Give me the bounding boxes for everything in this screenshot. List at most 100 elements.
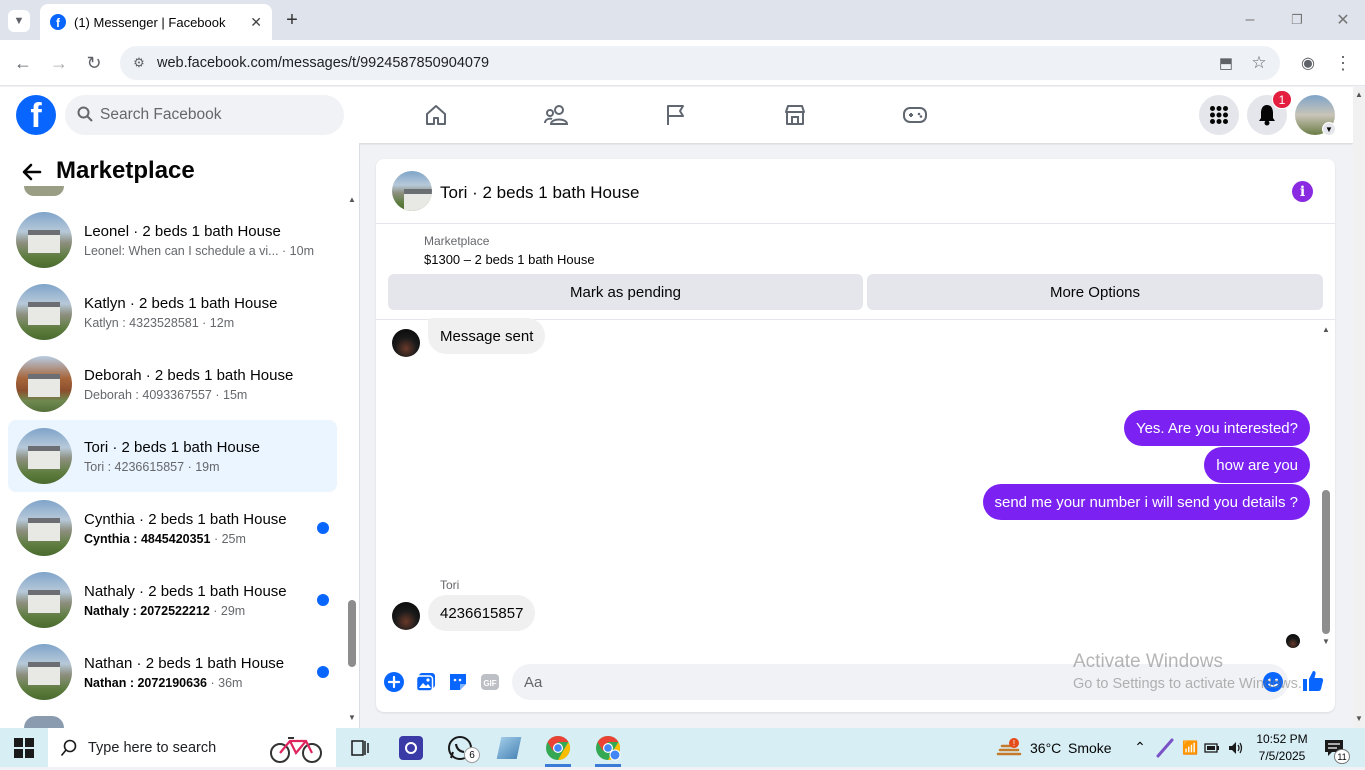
gif-icon[interactable]: GIF: [478, 670, 502, 694]
reload-button[interactable]: ↻: [83, 52, 105, 74]
gaming-nav-icon[interactable]: [895, 100, 935, 130]
sidebar-scrollbar-thumb[interactable]: [348, 600, 356, 667]
page-scroll-down-icon[interactable]: ▼: [1353, 714, 1365, 724]
bell-icon: [1259, 105, 1275, 126]
weather-temp[interactable]: 36°C: [1030, 740, 1061, 756]
sidebar-scroll-up-icon[interactable]: ▲: [346, 195, 358, 205]
task-view-icon[interactable]: [346, 734, 374, 762]
avatar: [16, 500, 72, 556]
info-icon[interactable]: i: [1292, 181, 1313, 202]
new-tab-button[interactable]: +: [282, 9, 302, 31]
listing-title[interactable]: $1300 – 2 beds 1 bath House: [424, 252, 595, 267]
more-options-button[interactable]: More Options: [867, 274, 1323, 310]
thumbs-up-like-icon[interactable]: [1300, 668, 1326, 694]
taskbar-app-icon[interactable]: [397, 734, 425, 762]
mark-as-pending-button[interactable]: Mark as pending: [388, 274, 863, 310]
chrome-icon[interactable]: [544, 734, 572, 762]
network-icon[interactable]: 📶: [1182, 740, 1198, 756]
marketplace-label: Marketplace: [424, 234, 490, 248]
conversation-item[interactable]: Deborah · 2 beds 1 bath House Deborah : 4…: [8, 348, 337, 420]
back-arrow-icon[interactable]: [20, 160, 44, 184]
browser-tab[interactable]: f (1) Messenger | Facebook ✕: [40, 4, 272, 40]
friends-nav-icon[interactable]: [536, 100, 576, 130]
conversation-item[interactable]: Leonel · 2 beds 1 bath House Leonel: When…: [8, 204, 337, 276]
unread-dot: [317, 522, 329, 534]
conversation-item[interactable]: Nathaly · 2 beds 1 bath House Nathaly : 2…: [8, 564, 337, 636]
taskbar-app-icon-2[interactable]: [495, 734, 523, 762]
bicycle-search-highlight-icon[interactable]: [268, 731, 324, 765]
avatar: [16, 212, 72, 268]
bookmark-star-icon[interactable]: ☆: [1248, 52, 1270, 74]
message-bubble-incoming[interactable]: 4236615857: [428, 595, 536, 631]
conversation-preview: Cynthia : 4845420351 · 25m: [84, 531, 246, 546]
message-bubble-outgoing[interactable]: Yes. Are you interested?: [1123, 410, 1310, 446]
menu-grid-button[interactable]: [1199, 95, 1239, 135]
clock-date[interactable]: 7/5/2025: [1254, 749, 1310, 763]
conversation-item[interactable]: Nathan · 2 beds 1 bath House Nathan : 207…: [8, 636, 337, 708]
sticker-icon[interactable]: [446, 670, 470, 694]
attach-photo-icon[interactable]: [414, 670, 438, 694]
message-bubble-outgoing[interactable]: send me your number i will send you deta…: [982, 484, 1310, 520]
page-scroll-up-icon[interactable]: ▲: [1353, 90, 1365, 100]
profile-icon[interactable]: ◉: [1297, 52, 1319, 74]
chat-scroll-down-icon[interactable]: ▼: [1320, 637, 1332, 647]
pages-flag-nav-icon[interactable]: [656, 100, 696, 130]
message-bubble-incoming[interactable]: Message sent: [428, 318, 546, 354]
partial-avatar: [24, 716, 64, 728]
sender-name: Tori: [440, 578, 460, 592]
seen-receipt-avatar: [1286, 634, 1300, 648]
grid-icon: [1210, 106, 1228, 124]
install-app-icon[interactable]: ⬒: [1215, 52, 1237, 74]
address-bar[interactable]: web.facebook.com/messages/t/992458785090…: [120, 46, 1280, 80]
home-nav-icon[interactable]: [416, 100, 456, 130]
marketplace-nav-icon[interactable]: [775, 100, 815, 130]
conversation-preview: Leonel: When can I schedule a vi... · 10…: [84, 243, 314, 258]
conversation-name: Tori · 2 beds 1 bath House: [84, 438, 260, 456]
chrome-profile-icon[interactable]: [594, 734, 622, 762]
svg-text:!: !: [1013, 739, 1015, 748]
sidebar-scroll-down-icon[interactable]: ▼: [346, 713, 358, 723]
battery-icon[interactable]: [1204, 740, 1220, 756]
windows-start-icon[interactable]: [14, 738, 34, 758]
pen-icon[interactable]: [1156, 738, 1174, 758]
back-button[interactable]: ←: [12, 52, 34, 74]
account-chevron-down-icon[interactable]: ▼: [1322, 122, 1336, 136]
forward-button[interactable]: →: [48, 52, 70, 74]
conversation-item[interactable]: Cynthia · 2 beds 1 bath House Cynthia : 4…: [8, 492, 337, 564]
volume-icon[interactable]: [1227, 740, 1245, 756]
show-hidden-icons-chevron-up-icon[interactable]: ⌃: [1132, 739, 1148, 755]
facebook-logo[interactable]: f: [16, 95, 56, 135]
conversation-item-selected[interactable]: Tori · 2 beds 1 bath House Tori : 4236615…: [8, 420, 337, 492]
clock-time[interactable]: 10:52 PM: [1254, 732, 1310, 746]
facebook-search-input[interactable]: Search Facebook: [65, 95, 344, 135]
restore-button[interactable]: ❐: [1287, 10, 1307, 30]
page-scrollbar[interactable]: [1353, 87, 1365, 728]
weather-icon[interactable]: !: [996, 738, 1022, 758]
site-info-icon[interactable]: ⚙: [130, 54, 148, 72]
message-bubble-outgoing[interactable]: how are you: [1204, 447, 1310, 483]
sender-avatar[interactable]: [392, 602, 420, 630]
chat-title[interactable]: Tori · 2 beds 1 bath House: [440, 183, 639, 203]
conversation-preview: Katlyn : 4323528581 · 12m: [84, 315, 235, 330]
conversation-name: Nathan · 2 beds 1 bath House: [84, 654, 285, 672]
window-close-button[interactable]: ✕: [1333, 10, 1353, 30]
sender-avatar[interactable]: [392, 329, 420, 357]
conversation-name: Nathaly · 2 beds 1 bath House: [84, 582, 287, 600]
facebook-favicon-icon: f: [50, 14, 66, 30]
more-actions-plus-icon[interactable]: [382, 670, 406, 694]
avatar: [16, 284, 72, 340]
weather-desc[interactable]: Smoke: [1068, 740, 1112, 756]
conversation-preview: Nathan : 2072190636 · 36m: [84, 675, 243, 690]
chat-avatar[interactable]: [392, 171, 432, 211]
tab-close-icon[interactable]: ✕: [250, 14, 262, 31]
chat-scroll-up-icon[interactable]: ▲: [1320, 325, 1332, 335]
action-center-badge: 11: [1334, 749, 1350, 764]
browser-menu-icon[interactable]: ⋮: [1333, 52, 1353, 74]
tab-title: (1) Messenger | Facebook: [74, 14, 226, 30]
tab-search-button[interactable]: ▼: [8, 10, 30, 32]
minimize-button[interactable]: –: [1240, 10, 1260, 30]
search-placeholder: Search Facebook: [100, 106, 222, 123]
chat-scrollbar-thumb[interactable]: [1322, 490, 1330, 634]
conversation-item[interactable]: Katlyn · 2 beds 1 bath House Katlyn : 432…: [8, 276, 337, 348]
conversation-preview: Deborah : 4093367557 · 15m: [84, 387, 248, 402]
